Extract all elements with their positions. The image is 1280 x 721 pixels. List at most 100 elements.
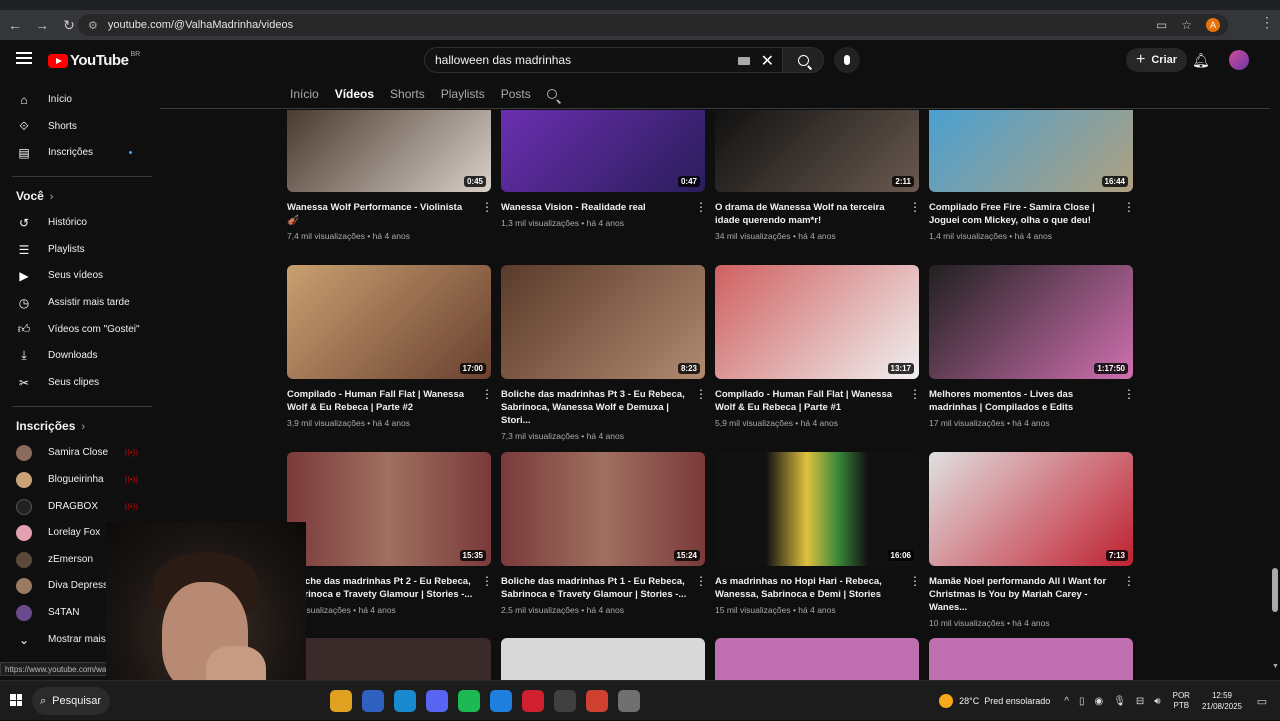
tab-posts[interactable]: Posts xyxy=(501,87,531,101)
video-title[interactable]: Compilado - Human Fall Flat | Wanessa Wo… xyxy=(287,388,473,414)
section-inscricoes[interactable]: Inscrições › xyxy=(16,419,85,433)
video-title[interactable]: O drama de Wanessa Wolf na terceira idad… xyxy=(715,201,901,227)
back-icon[interactable]: ← xyxy=(3,13,27,37)
app-blue2-icon[interactable] xyxy=(490,690,512,712)
video-more-icon[interactable]: ⋮ xyxy=(481,200,493,214)
video-more-icon[interactable]: ⋮ xyxy=(481,574,493,588)
keyboard-icon[interactable] xyxy=(738,57,750,65)
cast-icon[interactable]: ▭ xyxy=(1156,18,1167,32)
video-more-icon[interactable]: ⋮ xyxy=(1123,200,1135,214)
sidebar-item-inscricoes[interactable]: ▤ Inscrições xyxy=(0,139,152,166)
tab-playlists[interactable]: Playlists xyxy=(441,87,485,101)
video-thumbnail[interactable]: 7:13 xyxy=(929,452,1133,566)
video-title[interactable]: Boliche das madrinhas Pt 3 - Eu Rebeca, … xyxy=(501,388,687,427)
sidebar-item-shorts[interactable]: ⟐ Shorts xyxy=(0,113,152,140)
video-more-icon[interactable]: ⋮ xyxy=(909,387,921,401)
video-more-icon[interactable]: ⋮ xyxy=(695,387,707,401)
video-more-icon[interactable]: ⋮ xyxy=(1123,574,1135,588)
video-more-icon[interactable]: ⋮ xyxy=(481,387,493,401)
menu-icon[interactable] xyxy=(16,52,32,64)
site-settings-icon[interactable]: ⚙ xyxy=(88,19,98,32)
search-input[interactable]: halloween das madrinhas ✕ xyxy=(424,47,782,73)
network-icon[interactable]: ⊟ xyxy=(1136,696,1144,707)
video-thumbnail[interactable] xyxy=(501,638,705,680)
app-red-icon[interactable] xyxy=(522,690,544,712)
sidebar-sub-item[interactable]: Blogueirinha ((•)) xyxy=(0,466,152,493)
video-more-icon[interactable]: ⋮ xyxy=(1123,387,1135,401)
discord-icon[interactable] xyxy=(426,690,448,712)
chevron-up-icon[interactable]: ^ xyxy=(1064,696,1069,707)
tab-shorts[interactable]: Shorts xyxy=(390,87,425,101)
language-indicator[interactable]: POR PTB xyxy=(1173,691,1190,711)
tab-inicio[interactable]: Início xyxy=(290,87,319,101)
battery-icon[interactable]: ▯ xyxy=(1079,696,1085,707)
weather-temp[interactable]: 28°C xyxy=(959,696,979,706)
video-title[interactable]: Boliche das madrinhas Pt 1 - Eu Rebeca, … xyxy=(501,575,687,601)
notifications-icon[interactable]: ▭ xyxy=(1252,695,1272,708)
video-more-icon[interactable]: ⋮ xyxy=(909,200,921,214)
app-shield-icon[interactable] xyxy=(618,690,640,712)
video-thumbnail[interactable]: 16:06 xyxy=(715,452,919,566)
microphone-icon[interactable]: 🎙︎ xyxy=(1113,696,1126,707)
video-title[interactable]: Compilado Free Fire - Samira Close | Jog… xyxy=(929,201,1115,227)
create-button[interactable]: + Criar xyxy=(1126,48,1188,72)
video-thumbnail[interactable]: 2:11 xyxy=(715,110,919,192)
video-title[interactable]: Boliche das madrinhas Pt 2 - Eu Rebeca, … xyxy=(287,575,473,601)
scrollbar-thumb[interactable] xyxy=(1272,568,1278,612)
browser-menu-icon[interactable]: ⋮ xyxy=(1260,14,1274,31)
video-title[interactable]: As madrinhas no Hopi Hari - Rebeca, Wane… xyxy=(715,575,901,601)
sidebar-item-assistir-mais-tarde[interactable]: ◷ Assistir mais tarde xyxy=(0,289,152,316)
url-field[interactable]: ⚙ youtube.com/@ValhaMadrinha/videos ▭ ☆ … xyxy=(78,14,1228,36)
video-thumbnail[interactable]: 13:17 xyxy=(715,265,919,379)
video-title[interactable]: Wanessa Vision - Realidade real xyxy=(501,201,687,214)
clock[interactable]: 12:59 21/08/2025 xyxy=(1202,690,1242,712)
video-thumbnail[interactable] xyxy=(929,638,1133,680)
video-more-icon[interactable]: ⋮ xyxy=(909,574,921,588)
edge-icon[interactable] xyxy=(394,690,416,712)
windows-start-icon[interactable] xyxy=(10,694,22,706)
video-thumbnail[interactable]: 8:23 xyxy=(501,265,705,379)
video-thumbnail[interactable]: 0:45 xyxy=(287,110,491,192)
section-voce[interactable]: Você › xyxy=(16,189,53,203)
camera-icon[interactable]: ◉ xyxy=(1094,696,1103,707)
app-blue-icon[interactable] xyxy=(362,690,384,712)
video-more-icon[interactable]: ⋮ xyxy=(695,574,707,588)
video-thumbnail[interactable]: 1:17:50 xyxy=(929,265,1133,379)
bookmark-star-icon[interactable]: ☆ xyxy=(1181,18,1192,32)
video-thumbnail[interactable]: 17:00 xyxy=(287,265,491,379)
channel-search-button[interactable] xyxy=(546,89,557,99)
forward-icon[interactable]: → xyxy=(30,13,54,37)
video-thumbnail[interactable]: 0:47 xyxy=(501,110,705,192)
chrome-icon[interactable] xyxy=(586,690,608,712)
weather-sun-icon[interactable] xyxy=(939,694,954,708)
sidebar-item-seus-videos[interactable]: ▶ Seus vídeos xyxy=(0,262,152,289)
notifications-bell-icon[interactable]: 🔔︎ xyxy=(1192,52,1210,69)
taskbar-search[interactable]: ⌕ Pesquisar xyxy=(32,687,110,715)
video-thumbnail[interactable]: 15:24 xyxy=(501,452,705,566)
tab-videos[interactable]: Vídeos xyxy=(335,87,374,101)
video-more-icon[interactable]: ⋮ xyxy=(695,200,707,214)
sidebar-sub-item[interactable]: DRAGBOX ((•)) xyxy=(0,493,152,520)
video-thumbnail[interactable]: 15:35 xyxy=(287,452,491,566)
weather-desc[interactable]: Pred ensolarado xyxy=(984,696,1050,706)
sidebar-item-seus-clipes[interactable]: ✂ Seus clipes xyxy=(0,369,152,396)
video-thumbnail[interactable] xyxy=(287,638,491,680)
sidebar-item-playlists[interactable]: ☰ Playlists xyxy=(0,236,152,263)
clear-search-icon[interactable]: ✕ xyxy=(761,51,774,71)
video-title[interactable]: Compilado - Human Fall Flat | Wanessa Wo… xyxy=(715,388,901,414)
chrome-canary-icon[interactable] xyxy=(330,690,352,712)
volume-icon[interactable]: 🔊︎ xyxy=(1154,696,1160,707)
video-title[interactable]: Melhores momentos - Lives das madrinhas … xyxy=(929,388,1115,414)
profile-avatar[interactable]: A xyxy=(1206,18,1220,32)
video-title[interactable]: Mamãe Noel performando All I Want for Ch… xyxy=(929,575,1115,614)
sidebar-item-downloads[interactable]: ⤓ Downloads xyxy=(0,342,152,369)
scroll-down-icon[interactable]: ▼ xyxy=(1272,663,1279,670)
youtube-logo[interactable]: YouTube BR xyxy=(48,51,140,69)
app-gray-icon[interactable] xyxy=(554,690,576,712)
sidebar-sub-item[interactable]: Samira Close ((•)) xyxy=(0,439,152,466)
search-button[interactable] xyxy=(782,47,824,73)
sidebar-item-inicio[interactable]: ⌂ Início xyxy=(0,86,152,113)
account-avatar[interactable] xyxy=(1229,50,1249,70)
video-title[interactable]: Wanessa Wolf Performance - Violinista 🎻 xyxy=(287,201,473,227)
video-thumbnail[interactable] xyxy=(715,638,919,680)
